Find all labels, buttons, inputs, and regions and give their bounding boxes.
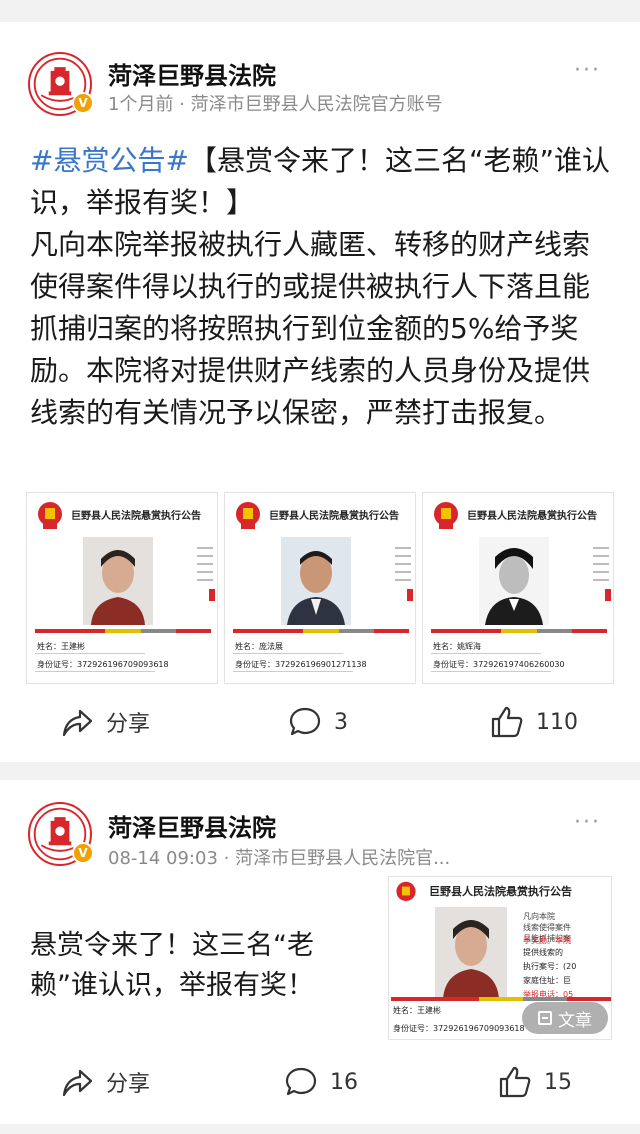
image-grid: 巨野县人民法院悬赏执行公告 姓名：王建彬 身份证号：37292619670909…	[26, 492, 616, 684]
post-meta: 1个月前 · 菏泽市巨野县人民法院官方账号	[108, 90, 443, 116]
person-name: 姓名：庞法展	[235, 642, 283, 651]
person-name: 姓名：王建彬	[393, 1006, 441, 1015]
person-photo	[435, 907, 507, 999]
person-name: 姓名：姚辉海	[433, 642, 481, 651]
like-count: 110	[536, 709, 578, 735]
verified-badge: V	[72, 92, 94, 114]
notice-title: 巨野县人民法院悬赏执行公告	[269, 511, 399, 522]
post-source: 菏泽市巨野县人民法院官...	[235, 848, 451, 869]
share-label: 分享	[106, 712, 151, 737]
like-count: 15	[544, 1069, 572, 1095]
post-card[interactable]: V 菏泽巨野县法院 1个月前 · 菏泽市巨野县人民法院官方账号 ··· #悬赏公…	[0, 22, 640, 762]
notice-image-2[interactable]: 巨野县人民法院悬赏执行公告 姓名：庞法展 身份证号：37292619690127…	[224, 492, 416, 684]
notice-sidebar	[197, 541, 213, 631]
top-gap	[0, 0, 640, 22]
post-time: 08-14 09:03	[108, 848, 218, 869]
like-button[interactable]: 15	[498, 1062, 572, 1102]
author-name[interactable]: 菏泽巨野县法院	[108, 808, 276, 843]
notice-image-3[interactable]: 巨野县人民法院悬赏执行公告 姓名：姚辉海 身份证号：37292619740626…	[422, 492, 614, 684]
post-source: 菏泽市巨野县人民法院官方账号	[190, 94, 443, 115]
verified-badge: V	[72, 842, 94, 864]
meta-separator: ·	[173, 94, 191, 115]
hashtag-link[interactable]: #悬赏公告#	[30, 144, 189, 177]
notice-image-1[interactable]: 巨野县人民法院悬赏执行公告 姓名：王建彬 身份证号：37292619670909…	[26, 492, 218, 684]
share-label: 分享	[106, 1072, 151, 1097]
person-photo	[281, 537, 351, 625]
notice-title: 巨野县人民法院悬赏执行公告	[467, 511, 597, 522]
person-photo	[83, 537, 153, 625]
comment-icon	[289, 707, 321, 736]
court-emblem-icon	[38, 502, 62, 529]
case-number: 执行案号：(20	[523, 962, 577, 971]
action-bar: 分享 16 15	[0, 1062, 640, 1102]
post-card[interactable]: V 菏泽巨野县法院 08-14 09:03 · 菏泽市巨野县人民法院官... ·…	[0, 780, 640, 1124]
comment-count: 16	[330, 1069, 358, 1095]
person-id: 身份证号：372926196709093618	[37, 660, 169, 669]
author-name[interactable]: 菏泽巨野县法院	[108, 56, 276, 91]
divider	[35, 671, 155, 672]
post-meta: 08-14 09:03 · 菏泽市巨野县人民法院官...	[108, 844, 450, 870]
color-stripe	[35, 629, 212, 633]
post-time: 1个月前	[108, 94, 174, 115]
article-badge[interactable]: 文章	[522, 1002, 608, 1034]
court-emblem-icon	[236, 502, 260, 529]
red-mark	[407, 589, 413, 601]
person-id: 身份证号：372926196709093618	[393, 1024, 525, 1033]
court-emblem-icon	[434, 502, 458, 529]
share-button[interactable]: 分享	[60, 702, 150, 742]
share-icon	[62, 1069, 93, 1097]
thumbs-up-icon	[491, 706, 523, 738]
notice-title: 巨野县人民法院悬赏执行公告	[71, 511, 201, 522]
color-stripe	[431, 629, 608, 633]
comment-count: 3	[334, 709, 348, 735]
article-label: 文章	[558, 1010, 592, 1031]
person-name: 姓名：王建彬	[37, 642, 85, 651]
action-bar: 分享 3 110	[0, 702, 640, 742]
post-body: #悬赏公告#【悬赏令来了！这三名“老赖”谁认识，举报有奖！】 凡向本院举报被执行人…	[30, 140, 615, 434]
court-emblem-icon	[396, 881, 416, 901]
person-photo	[479, 537, 549, 625]
notice-body-tail: 提供线索的	[523, 948, 563, 957]
divider	[233, 671, 353, 672]
home-address: 家庭住址：巨	[523, 976, 571, 985]
divider	[233, 653, 343, 654]
divider	[431, 653, 541, 654]
thumbs-up-icon	[499, 1066, 531, 1098]
notice-title: 巨野县人民法院悬赏执行公告	[429, 885, 572, 898]
like-button[interactable]: 110	[490, 702, 578, 742]
notice-sidebar	[395, 541, 411, 631]
share-button[interactable]: 分享	[60, 1062, 150, 1102]
color-stripe	[233, 629, 410, 633]
more-options-icon[interactable]: ···	[574, 58, 601, 83]
share-icon	[62, 709, 93, 737]
person-id: 身份证号：372926197406260030	[433, 660, 565, 669]
person-id: 身份证号：372926196901271138	[235, 660, 367, 669]
color-stripe	[391, 997, 611, 1001]
post-body[interactable]: 悬赏令来了！这三名“老赖”谁认识，举报有奖！	[30, 926, 350, 1006]
divider	[431, 671, 551, 672]
comment-button[interactable]: 3	[288, 702, 348, 742]
comment-button[interactable]: 16	[284, 1062, 358, 1102]
divider	[35, 653, 145, 654]
notice-highlight: 予奖励。本院	[523, 936, 571, 945]
red-mark	[605, 589, 611, 601]
comment-icon	[285, 1067, 317, 1096]
red-mark	[209, 589, 215, 601]
notice-sidebar	[593, 541, 609, 631]
article-icon	[538, 1011, 552, 1025]
more-options-icon[interactable]: ···	[574, 810, 601, 835]
post-content: 凡向本院举报被执行人藏匿、转移的财产线索使得案件得以执行的或提供被执行人下落且能…	[30, 228, 591, 429]
meta-separator: ·	[217, 848, 236, 869]
